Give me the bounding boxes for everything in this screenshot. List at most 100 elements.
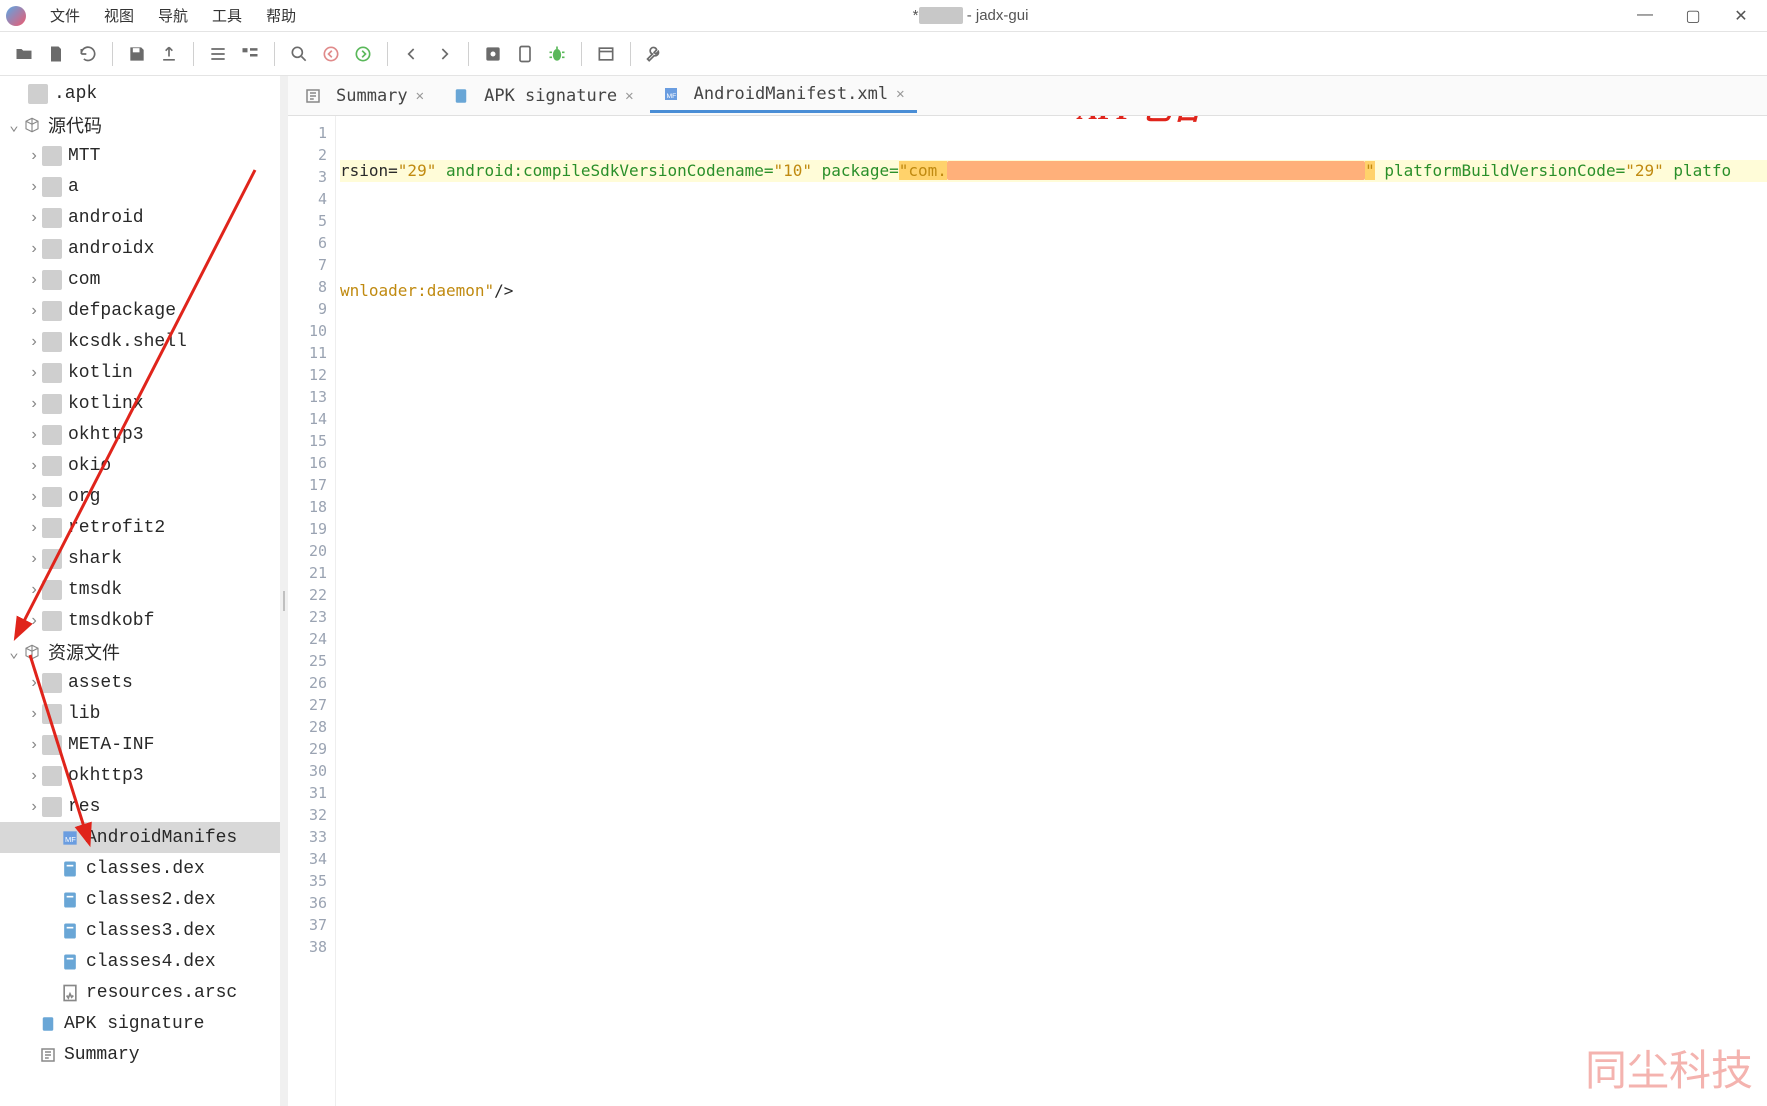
tree-package[interactable]: a bbox=[0, 171, 280, 202]
chevron-right-icon[interactable] bbox=[26, 674, 42, 692]
menu-bar: 文件 视图 导航 工具 帮助 bbox=[38, 1, 308, 30]
refresh-icon[interactable] bbox=[74, 40, 102, 68]
tree-folder[interactable]: lib bbox=[0, 698, 280, 729]
chevron-right-icon[interactable] bbox=[26, 581, 42, 599]
tree-package[interactable]: org bbox=[0, 481, 280, 512]
tree-folder[interactable]: assets bbox=[0, 667, 280, 698]
tab-summary[interactable]: Summary ✕ bbox=[292, 80, 436, 112]
tree-source-root[interactable]: 源代码 bbox=[0, 109, 280, 140]
tree-file[interactable]: MFAndroidManifes bbox=[0, 822, 280, 853]
chevron-right-icon[interactable] bbox=[26, 426, 42, 444]
tree-file[interactable]: classes2.dex bbox=[0, 884, 280, 915]
tree-file[interactable]: classes4.dex bbox=[0, 946, 280, 977]
menu-file[interactable]: 文件 bbox=[38, 1, 92, 30]
tree-package[interactable]: shark bbox=[0, 543, 280, 574]
tree-folder[interactable]: res bbox=[0, 791, 280, 822]
chevron-right-icon[interactable] bbox=[26, 240, 42, 258]
tree-package[interactable]: retrofit2 bbox=[0, 512, 280, 543]
menu-help[interactable]: 帮助 bbox=[254, 1, 308, 30]
tab-apk-signature[interactable]: APK signature ✕ bbox=[440, 80, 646, 112]
close-icon[interactable]: ✕ bbox=[416, 88, 424, 104]
tree-package[interactable]: androidx bbox=[0, 233, 280, 264]
chevron-right-icon[interactable] bbox=[26, 302, 42, 320]
watermark: 同尘科技 bbox=[1585, 1037, 1753, 1098]
tree-label: com bbox=[68, 270, 100, 290]
tree-file[interactable]: classes.dex bbox=[0, 853, 280, 884]
tree-label: kotlinx bbox=[68, 394, 144, 414]
tree-package[interactable]: android bbox=[0, 202, 280, 233]
back-icon[interactable] bbox=[317, 40, 345, 68]
export-icon[interactable] bbox=[155, 40, 183, 68]
forward-icon[interactable] bbox=[349, 40, 377, 68]
chevron-right-icon[interactable] bbox=[26, 395, 42, 413]
project-tree[interactable]: .apk 源代码 MTT a androidandroidx com defpackag… bbox=[0, 76, 280, 1106]
menu-nav[interactable]: 导航 bbox=[146, 1, 200, 30]
tab-manifest[interactable]: MF AndroidManifest.xml ✕ bbox=[650, 78, 917, 113]
chevron-right-icon[interactable] bbox=[26, 612, 42, 630]
chevron-right-icon[interactable] bbox=[26, 736, 42, 754]
tree-package[interactable]: okio bbox=[0, 450, 280, 481]
chevron-right-icon[interactable] bbox=[26, 705, 42, 723]
tree-package[interactable]: okhttp3 bbox=[0, 419, 280, 450]
chevron-down-icon[interactable] bbox=[6, 642, 22, 662]
chevron-right-icon[interactable] bbox=[26, 364, 42, 382]
chevron-right-icon[interactable] bbox=[26, 457, 42, 475]
chevron-down-icon[interactable] bbox=[6, 115, 22, 135]
tree-package[interactable]: kotlinx bbox=[0, 388, 280, 419]
tree-apk-node[interactable]: .apk bbox=[0, 78, 280, 109]
tree-label: classes4.dex bbox=[86, 952, 216, 972]
tree-folder[interactable]: okhttp3 bbox=[0, 760, 280, 791]
tree-package[interactable]: kcsdk.shell bbox=[0, 326, 280, 357]
tree-file[interactable]: classes3.dex bbox=[0, 915, 280, 946]
chevron-right-icon[interactable] bbox=[26, 271, 42, 289]
settings-icon[interactable] bbox=[479, 40, 507, 68]
flatten-icon[interactable] bbox=[204, 40, 232, 68]
close-icon[interactable]: ✕ bbox=[896, 86, 904, 102]
chevron-right-icon[interactable] bbox=[26, 767, 42, 785]
separator bbox=[581, 42, 582, 66]
tree-file[interactable]: resources.arsc bbox=[0, 977, 280, 1008]
menu-view[interactable]: 视图 bbox=[92, 1, 146, 30]
menu-tools[interactable]: 工具 bbox=[200, 1, 254, 30]
package-icon bbox=[42, 239, 62, 259]
tree-apk-signature[interactable]: APK signature bbox=[0, 1008, 280, 1039]
tree-summary[interactable]: Summary bbox=[0, 1039, 280, 1070]
goto-left-icon[interactable] bbox=[398, 40, 426, 68]
code-editor[interactable]: 1234567891011121314151617181920212223242… bbox=[288, 116, 1767, 1106]
close-icon[interactable]: ✕ bbox=[625, 88, 633, 104]
preview-icon[interactable] bbox=[511, 40, 539, 68]
minimize-button[interactable]: — bbox=[1633, 6, 1657, 26]
chevron-right-icon[interactable] bbox=[26, 209, 42, 227]
chevron-right-icon[interactable] bbox=[26, 147, 42, 165]
search-icon[interactable] bbox=[285, 40, 313, 68]
tree-resource-root[interactable]: 资源文件 bbox=[0, 636, 280, 667]
tree-package[interactable]: tmsdkobf bbox=[0, 605, 280, 636]
chevron-right-icon[interactable] bbox=[26, 333, 42, 351]
chevron-right-icon[interactable] bbox=[26, 519, 42, 537]
chevron-right-icon[interactable] bbox=[26, 178, 42, 196]
file-icon bbox=[60, 890, 80, 910]
chevron-right-icon[interactable] bbox=[26, 798, 42, 816]
tree-folder[interactable]: META-INF bbox=[0, 729, 280, 760]
package-icon bbox=[42, 332, 62, 352]
tree-package[interactable]: tmsdk bbox=[0, 574, 280, 605]
bug-icon[interactable] bbox=[543, 40, 571, 68]
new-icon[interactable] bbox=[42, 40, 70, 68]
chevron-right-icon[interactable] bbox=[26, 550, 42, 568]
tree-package[interactable]: MTT bbox=[0, 140, 280, 171]
tree-label: a bbox=[68, 177, 79, 197]
tree-package[interactable]: com bbox=[0, 264, 280, 295]
save-icon[interactable] bbox=[123, 40, 151, 68]
chevron-right-icon[interactable] bbox=[26, 488, 42, 506]
maximize-button[interactable]: ▢ bbox=[1681, 6, 1705, 26]
code-content[interactable]: rsion="29" android:compileSdkVersionCode… bbox=[336, 116, 1767, 1106]
splitter[interactable] bbox=[280, 76, 288, 1106]
tree-package[interactable]: kotlin bbox=[0, 357, 280, 388]
open-icon[interactable] bbox=[10, 40, 38, 68]
panel-icon[interactable] bbox=[592, 40, 620, 68]
tree-package[interactable]: defpackage bbox=[0, 295, 280, 326]
goto-right-icon[interactable] bbox=[430, 40, 458, 68]
close-button[interactable]: ✕ bbox=[1729, 6, 1753, 26]
tree-icon[interactable] bbox=[236, 40, 264, 68]
wrench-icon[interactable] bbox=[641, 40, 669, 68]
